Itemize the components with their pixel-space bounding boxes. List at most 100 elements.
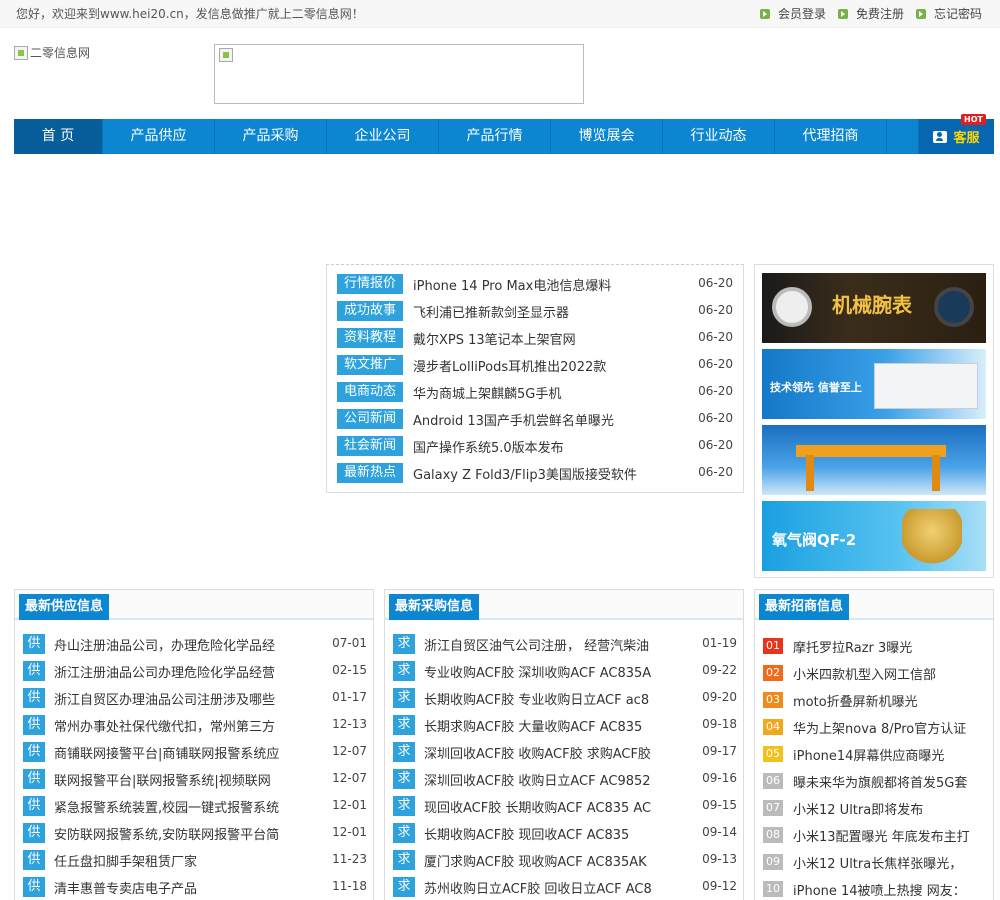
merchant-item[interactable]: 08 小米13配置曝光 年底发布主打: [763, 824, 989, 846]
merchant-item-text[interactable]: 小米四款机型入网工信部: [793, 664, 989, 683]
merchant-item-text[interactable]: 曝未来华为旗舰都将首发5G套: [793, 772, 989, 791]
ad-banner-valve[interactable]: 氧气阀QF-2: [762, 501, 986, 571]
supply-item[interactable]: 供浙江自贸区办理油品公司注册涉及哪些 01-17: [23, 687, 367, 709]
merchant-item-text[interactable]: iPhone14屏幕供应商曝光: [793, 745, 989, 764]
supply-item-text[interactable]: 舟山注册油品公司，办理危险化学品经: [54, 635, 300, 654]
purchase-item[interactable]: 求浙江自贸区油气公司注册， 经营汽柴油 01-19: [393, 633, 737, 655]
purchase-item-text[interactable]: 深圳回收ACF胶 收购日立ACF AC9852: [424, 770, 670, 789]
purchase-item[interactable]: 求专业收购ACF胶 深圳收购ACF AC835A 09-22: [393, 660, 737, 682]
ad-banner-printer[interactable]: 技术领先 信誉至上: [762, 349, 986, 419]
news-category-tag[interactable]: 最新热点: [337, 463, 403, 483]
news-title[interactable]: 国产操作系统5.0版本发布: [413, 437, 564, 456]
news-category-tag[interactable]: 行情报价: [337, 274, 403, 294]
merchant-item[interactable]: 04 华为上架nova 8/Pro官方认证: [763, 716, 989, 738]
purchase-item[interactable]: 求现回收ACF胶 长期收购ACF AC835 AC 09-15: [393, 795, 737, 817]
purchase-item-text[interactable]: 深圳回收ACF胶 收购ACF胶 求购ACF胶: [424, 743, 670, 762]
nav-item-supply[interactable]: 产品供应: [103, 119, 215, 154]
nav-item-expo[interactable]: 博览展会: [551, 119, 663, 154]
merchant-item-text[interactable]: iPhone 14被喷上热搜 网友：: [793, 880, 989, 899]
purchase-item[interactable]: 求苏州收购日立ACF胶 回收日立ACF AC8 09-12: [393, 876, 737, 898]
purchase-item[interactable]: 求长期收购ACF胶 现回收ACF AC835 09-14: [393, 822, 737, 844]
forgot-password-link[interactable]: 忘记密码: [915, 5, 982, 22]
merchants-title[interactable]: 最新招商信息: [759, 594, 850, 620]
news-title[interactable]: Android 13国产手机尝鲜名单曝光: [413, 410, 614, 429]
purchase-item-text[interactable]: 长期收购ACF胶 专业收购日立ACF ac8: [424, 689, 670, 708]
purchase-item[interactable]: 求深圳回收ACF胶 收购ACF胶 求购ACF胶 09-17: [393, 741, 737, 763]
news-item[interactable]: 社会新闻 国产操作系统5.0版本发布 06-20: [337, 436, 737, 458]
purchase-item-text[interactable]: 厦门求购ACF胶 现收购ACF AC835AK: [424, 851, 670, 870]
news-title[interactable]: 飞利浦已推新款剑圣显示器: [413, 302, 569, 321]
news-title[interactable]: iPhone 14 Pro Max电池信息爆料: [413, 275, 611, 294]
news-item[interactable]: 成功故事 飞利浦已推新款剑圣显示器 06-20: [337, 301, 737, 323]
purchase-item-text[interactable]: 现回收ACF胶 长期收购ACF AC835 AC: [424, 797, 670, 816]
customer-service-button[interactable]: 客服 HOT: [918, 114, 994, 154]
news-category-tag[interactable]: 成功故事: [337, 301, 403, 321]
merchant-item-text[interactable]: 小米12 Ultra长焦样张曝光，: [793, 853, 989, 872]
supply-item[interactable]: 供商铺联网接警平台|商铺联网报警系统应 12-07: [23, 741, 367, 763]
news-title[interactable]: Galaxy Z Fold3/Flip3美国版接受软件: [413, 464, 637, 483]
purchase-item-text[interactable]: 苏州收购日立ACF胶 回收日立ACF AC8: [424, 878, 670, 897]
purchase-item-text[interactable]: 长期求购ACF胶 大量收购ACF AC835: [424, 716, 670, 735]
merchant-item[interactable]: 02 小米四款机型入网工信部: [763, 662, 989, 684]
ad-banner-crane[interactable]: [762, 425, 986, 495]
news-category-tag[interactable]: 软文推广: [337, 355, 403, 375]
news-item[interactable]: 公司新闻 Android 13国产手机尝鲜名单曝光 06-20: [337, 409, 737, 431]
merchant-item-text[interactable]: 小米13配置曝光 年底发布主打: [793, 826, 989, 845]
top-banner-ad[interactable]: [214, 44, 584, 104]
supply-item[interactable]: 供常州办事处社保代缴代扣，常州第三方 12-13: [23, 714, 367, 736]
news-item[interactable]: 资料教程 戴尔XPS 13笔记本上架官网 06-20: [337, 328, 737, 350]
news-item[interactable]: 电商动态 华为商城上架麒麟5G手机 06-20: [337, 382, 737, 404]
purchase-item[interactable]: 求长期求购ACF胶 大量收购ACF AC835 09-18: [393, 714, 737, 736]
supply-title[interactable]: 最新供应信息: [19, 594, 110, 620]
site-logo[interactable]: 二零信息网: [14, 44, 90, 61]
supply-item-text[interactable]: 常州办事处社保代缴代扣，常州第三方: [54, 716, 300, 735]
purchase-item[interactable]: 求长期收购ACF胶 专业收购日立ACF ac8 09-20: [393, 687, 737, 709]
register-link[interactable]: 免费注册: [837, 5, 904, 22]
login-link[interactable]: 会员登录: [759, 5, 826, 22]
purchase-item-text[interactable]: 长期收购ACF胶 现回收ACF AC835: [424, 824, 670, 843]
purchase-item[interactable]: 求深圳回收ACF胶 收购日立ACF AC9852 09-16: [393, 768, 737, 790]
ad-banner-watch[interactable]: 机械腕表: [762, 273, 986, 343]
nav-item-market[interactable]: 产品行情: [439, 119, 551, 154]
news-title[interactable]: 戴尔XPS 13笔记本上架官网: [413, 329, 576, 348]
supply-item-text[interactable]: 清丰惠普专卖店电子产品: [54, 878, 300, 897]
supply-item-text[interactable]: 浙江自贸区办理油品公司注册涉及哪些: [54, 689, 300, 708]
merchant-item-text[interactable]: 摩托罗拉Razr 3曝光: [793, 637, 989, 656]
merchant-item[interactable]: 06 曝未来华为旗舰都将首发5G套: [763, 770, 989, 792]
supply-item[interactable]: 供任丘盘扣脚手架租赁厂家 11-23: [23, 849, 367, 871]
news-item[interactable]: 最新热点 Galaxy Z Fold3/Flip3美国版接受软件 06-20: [337, 463, 737, 485]
nav-item-agency[interactable]: 代理招商: [775, 119, 887, 154]
purchase-item-text[interactable]: 专业收购ACF胶 深圳收购ACF AC835A: [424, 662, 670, 681]
supply-item[interactable]: 供浙江注册油品公司办理危险化学品经营 02-15: [23, 660, 367, 682]
supply-item[interactable]: 供安防联网报警系统,安防联网报警平台简 12-01: [23, 822, 367, 844]
news-item[interactable]: 软文推广 漫步者LolliPods耳机推出2022款 06-20: [337, 355, 737, 377]
news-category-tag[interactable]: 资料教程: [337, 328, 403, 348]
nav-item-companies[interactable]: 企业公司: [327, 119, 439, 154]
supply-item-text[interactable]: 联网报警平台|联网报警系统|视频联网: [54, 770, 300, 789]
news-title[interactable]: 漫步者LolliPods耳机推出2022款: [413, 356, 606, 375]
supply-item-text[interactable]: 紧急报警系统装置,校园一键式报警系统: [54, 797, 300, 816]
merchant-item-text[interactable]: 小米12 Ultra即将发布: [793, 799, 989, 818]
news-category-tag[interactable]: 电商动态: [337, 382, 403, 402]
purchase-item-text[interactable]: 浙江自贸区油气公司注册， 经营汽柴油: [424, 635, 670, 654]
merchant-item[interactable]: 05 iPhone14屏幕供应商曝光: [763, 743, 989, 765]
supply-item-text[interactable]: 安防联网报警系统,安防联网报警平台简: [54, 824, 300, 843]
merchant-item[interactable]: 10 iPhone 14被喷上热搜 网友：: [763, 878, 989, 900]
merchant-item[interactable]: 07 小米12 Ultra即将发布: [763, 797, 989, 819]
news-title[interactable]: 华为商城上架麒麟5G手机: [413, 383, 561, 402]
supply-item[interactable]: 供舟山注册油品公司，办理危险化学品经 07-01: [23, 633, 367, 655]
news-item[interactable]: 行情报价 iPhone 14 Pro Max电池信息爆料 06-20: [337, 274, 737, 296]
merchant-item-text[interactable]: moto折叠屏新机曝光: [793, 691, 989, 710]
nav-item-industry-news[interactable]: 行业动态: [663, 119, 775, 154]
news-category-tag[interactable]: 公司新闻: [337, 409, 403, 429]
merchant-item-text[interactable]: 华为上架nova 8/Pro官方认证: [793, 718, 989, 737]
supply-item[interactable]: 供联网报警平台|联网报警系统|视频联网 12-07: [23, 768, 367, 790]
merchant-item[interactable]: 09 小米12 Ultra长焦样张曝光，: [763, 851, 989, 873]
merchant-item[interactable]: 03 moto折叠屏新机曝光: [763, 689, 989, 711]
purchase-item[interactable]: 求厦门求购ACF胶 现收购ACF AC835AK 09-13: [393, 849, 737, 871]
purchase-title[interactable]: 最新采购信息: [389, 594, 480, 620]
supply-item-text[interactable]: 任丘盘扣脚手架租赁厂家: [54, 851, 300, 870]
supply-item[interactable]: 供清丰惠普专卖店电子产品 11-18: [23, 876, 367, 898]
merchant-item[interactable]: 01 摩托罗拉Razr 3曝光: [763, 635, 989, 657]
supply-item-text[interactable]: 浙江注册油品公司办理危险化学品经营: [54, 662, 300, 681]
